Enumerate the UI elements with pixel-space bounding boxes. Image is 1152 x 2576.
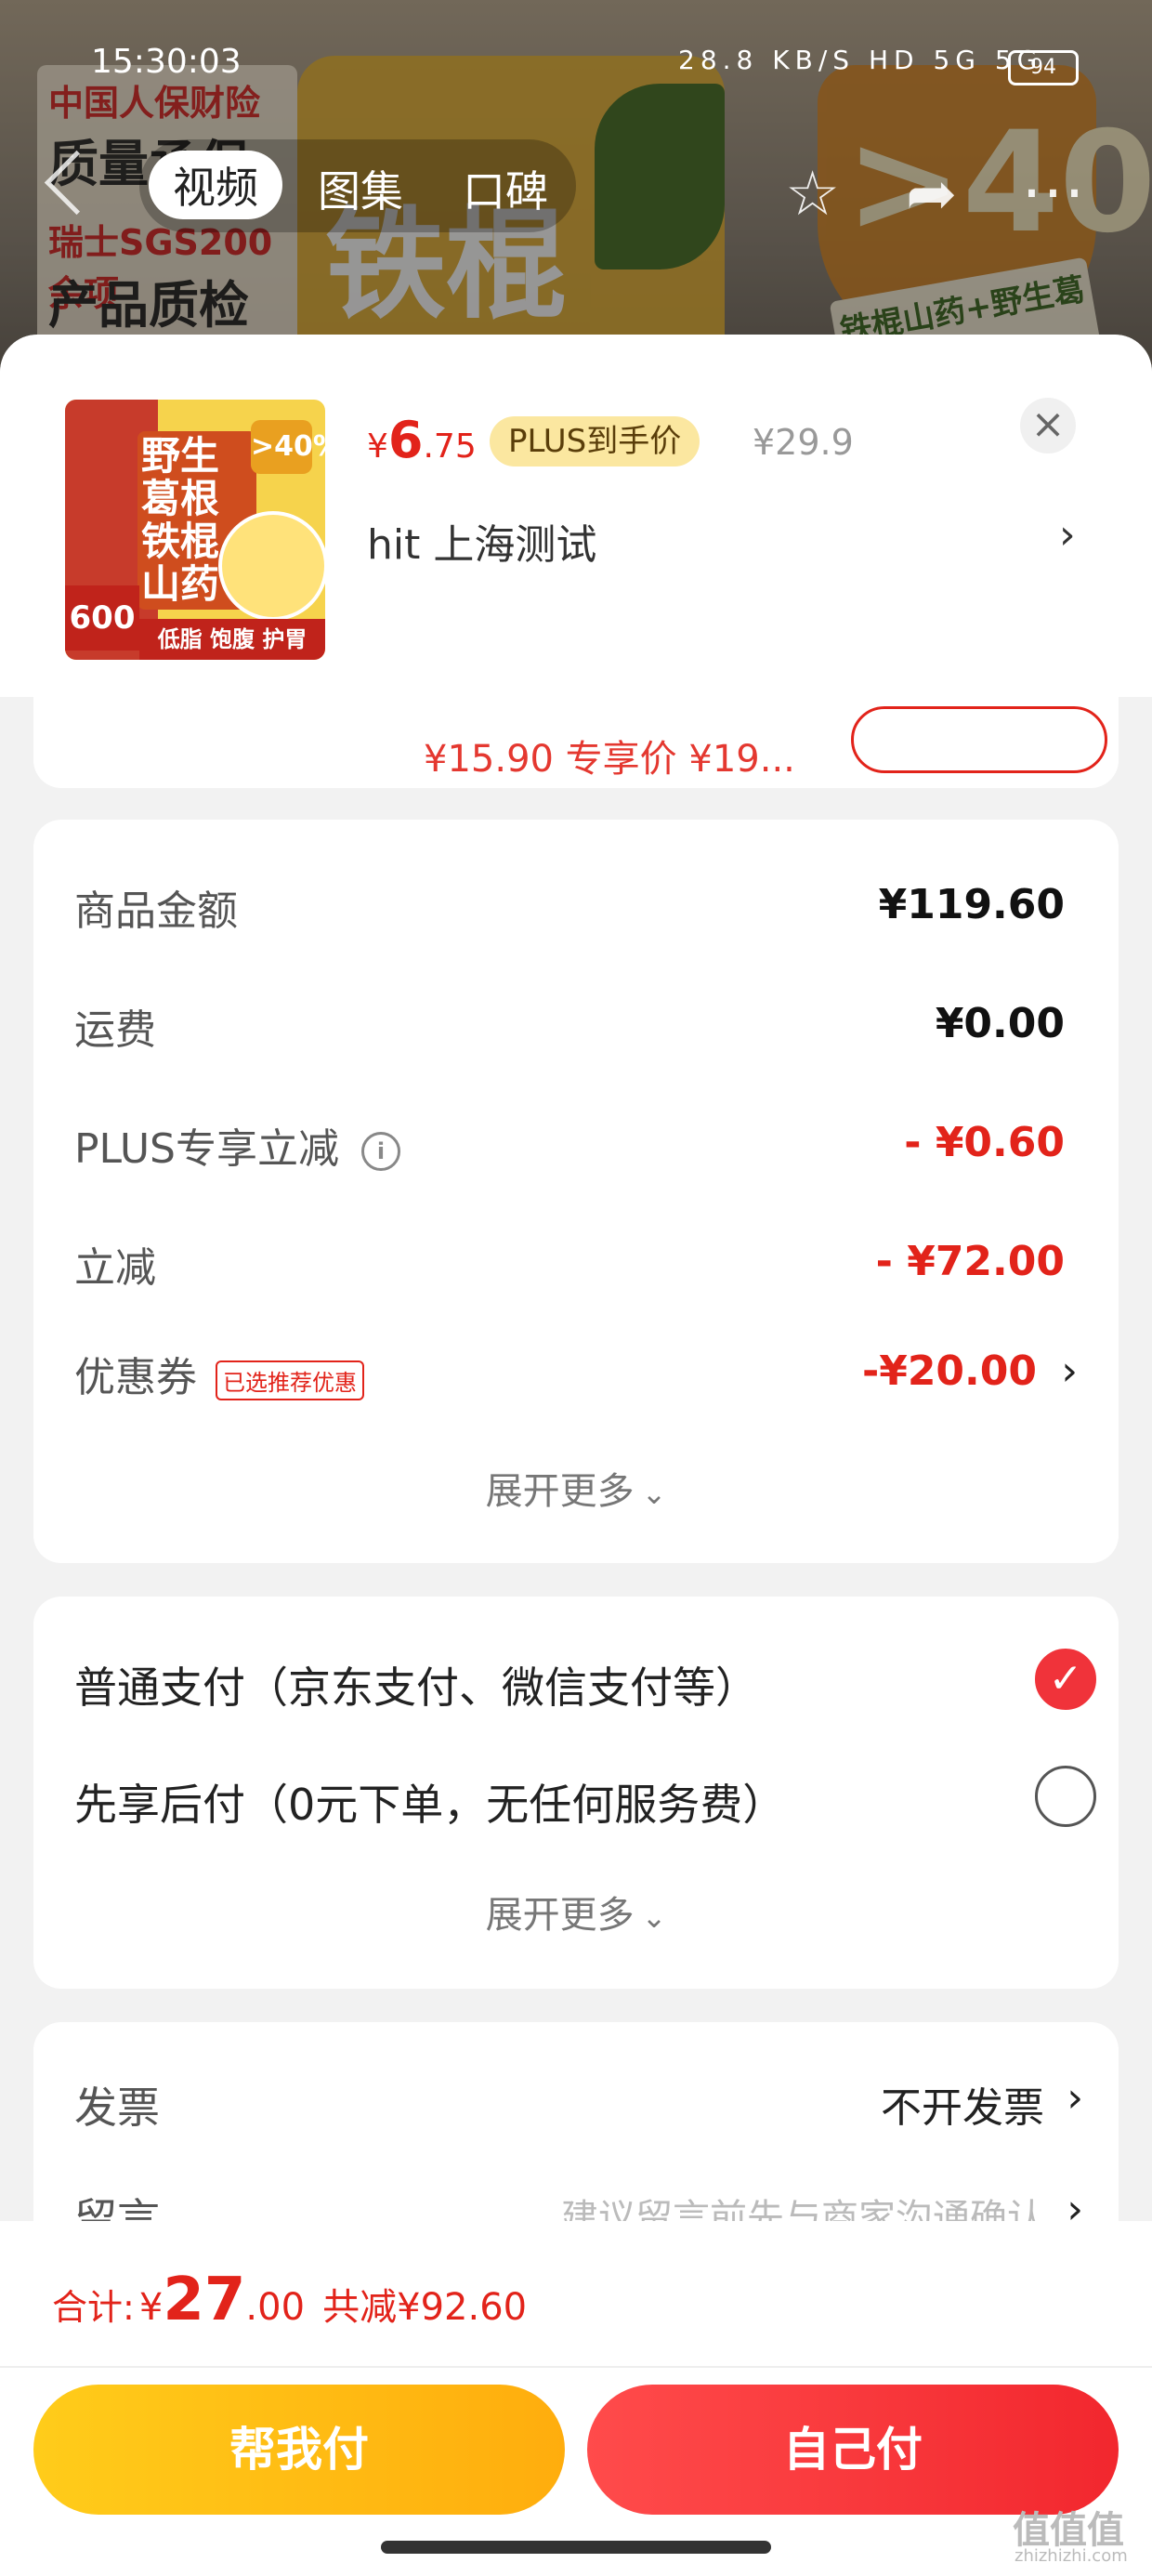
tab-reviews[interactable]: 口碑: [463, 158, 548, 219]
row-label: 运费: [74, 1006, 156, 1054]
row-label-text: PLUS专享立减: [74, 1125, 339, 1173]
more-icon[interactable]: ···: [1022, 158, 1086, 230]
signal-icons: 28.8 KB/S HD 5G 5G: [678, 45, 1042, 75]
bowl-image: [218, 511, 325, 621]
chevron-right-icon[interactable]: ›: [1067, 2074, 1083, 2122]
checkmark-icon[interactable]: ✓: [1035, 1649, 1096, 1710]
watermark-url: zhizhizhi.com: [1015, 2546, 1128, 2566]
row-label: 商品金额: [74, 887, 238, 935]
currency-symbol: ¥: [367, 427, 388, 466]
thumb-slogan: 低脂 饱腹 护胃: [139, 619, 325, 660]
divider: [0, 2366, 1152, 2368]
close-button[interactable]: ×: [1020, 398, 1076, 453]
row-label: PLUS专享立减 i: [74, 1115, 400, 1175]
expand-more-button[interactable]: 展开更多 ⌄: [33, 1461, 1119, 1515]
expand-more-button[interactable]: 展开更多 ⌄: [33, 1885, 1119, 1939]
radio-unchecked-icon[interactable]: [1035, 1766, 1096, 1827]
payment-option-label: 普通支付（京东支付、微信支付等）: [74, 1663, 758, 1713]
row-value: ¥0.00: [935, 1000, 1065, 1047]
amount-row-shipping: 运费 ¥0.00: [74, 996, 1078, 1061]
price-decimal: .75: [423, 427, 477, 466]
total-label: 合计:: [52, 2287, 135, 2328]
exclusive-price-text: ¥15.90 专享价 ¥19...: [424, 738, 795, 781]
help-me-pay-button[interactable]: 帮我付: [33, 2385, 565, 2515]
tab-gallery[interactable]: 图集: [318, 158, 403, 219]
expand-label: 展开更多: [485, 1894, 635, 1937]
status-time: 15:30:03: [91, 43, 242, 81]
total-savings: 共减¥92.60: [322, 2286, 528, 2329]
order-total: 合计: ¥27.00 共减¥92.60: [52, 2266, 527, 2334]
network-speed: 28.8 KB/S: [678, 45, 856, 75]
invoice-value[interactable]: 不开发票: [881, 2074, 1044, 2134]
back-arrow-icon[interactable]: [44, 150, 110, 216]
amount-row-goods: 商品金额 ¥119.60: [74, 877, 1078, 942]
tab-video[interactable]: 视频: [149, 151, 282, 219]
battery-icon: 94: [1008, 50, 1079, 85]
product-summary: 野生葛根铁棍山药 >40% 600 低脂 饱腹 护胃 ¥6.75 PLUS到手价…: [0, 335, 1152, 697]
chevron-down-icon: ⌄: [641, 1899, 667, 1935]
price-integer: 6: [387, 411, 424, 469]
pay-myself-button[interactable]: 自己付: [587, 2385, 1119, 2515]
payment-option-label: 先享后付（0元下单，无任何服务费）: [74, 1780, 786, 1830]
row-label-text: 优惠券: [74, 1354, 197, 1401]
home-indicator[interactable]: [381, 2541, 771, 2554]
one-click-buy-button[interactable]: [851, 706, 1107, 773]
info-icon[interactable]: i: [361, 1132, 400, 1171]
row-value: - ¥72.00: [875, 1238, 1065, 1285]
invoice-label: 发票: [74, 2083, 160, 2133]
row-label: 优惠券 已选推荐优惠: [74, 1344, 364, 1403]
product-thumbnail: 野生葛根铁棍山药 >40% 600 低脂 饱腹 护胃: [65, 400, 325, 660]
amount-row-plus-discount: PLUS专享立减 i - ¥0.60: [74, 1115, 1078, 1180]
total-decimal: .00: [245, 2286, 306, 2329]
top-nav: 视频 图集 口碑 ☆ ➦ ···: [0, 139, 1152, 242]
status-bar: 15:30:03 28.8 KB/S HD 5G 5G 94: [0, 37, 1152, 93]
thumb-badge: >40%: [251, 420, 325, 474]
selected-spec[interactable]: hit 上海测试: [367, 511, 596, 571]
payment-method-card: 普通支付（京东支付、微信支付等） ✓ 先享后付（0元下单，无任何服务费） 展开更…: [33, 1597, 1119, 1989]
thumb-count: 600: [65, 585, 139, 651]
chevron-down-icon: ⌄: [641, 1476, 667, 1511]
chevron-right-icon[interactable]: ›: [1061, 1347, 1078, 1395]
row-value: ¥119.60: [878, 881, 1065, 928]
plus-price: ¥6.75: [367, 411, 477, 469]
plus-price-tag: PLUS到手价: [490, 416, 700, 467]
amount-row-instant-discount: 立减 - ¥72.00: [74, 1234, 1078, 1299]
amount-row-coupon[interactable]: 优惠券 已选推荐优惠 -¥20.00 ›: [74, 1344, 1078, 1409]
expand-label: 展开更多: [485, 1470, 635, 1513]
payment-option-standard[interactable]: 普通支付（京东支付、微信支付等） ✓: [74, 1645, 1096, 1719]
total-integer: 27: [163, 2266, 246, 2334]
coupon-recommend-tag: 已选推荐优惠: [216, 1360, 364, 1400]
row-label: 立减: [74, 1244, 156, 1292]
row-value: -¥20.00: [861, 1347, 1037, 1395]
currency-symbol: ¥: [138, 2286, 164, 2329]
original-price: ¥29.9: [753, 422, 854, 463]
amount-breakdown-card: 商品金额 ¥119.60 运费 ¥0.00 PLUS专享立减 i - ¥0.60 …: [33, 820, 1119, 1563]
share-icon[interactable]: ➦: [906, 158, 957, 230]
row-value: - ¥0.60: [904, 1119, 1065, 1166]
favorite-star-icon[interactable]: ☆: [785, 158, 840, 230]
checkout-bottom-bar: 合计: ¥27.00 共减¥92.60 帮我付 自己付 值值值 zhizhizh…: [0, 2221, 1152, 2576]
payment-option-pay-later[interactable]: 先享后付（0元下单，无任何服务费）: [74, 1762, 1096, 1836]
chevron-right-icon[interactable]: ›: [1059, 511, 1076, 559]
